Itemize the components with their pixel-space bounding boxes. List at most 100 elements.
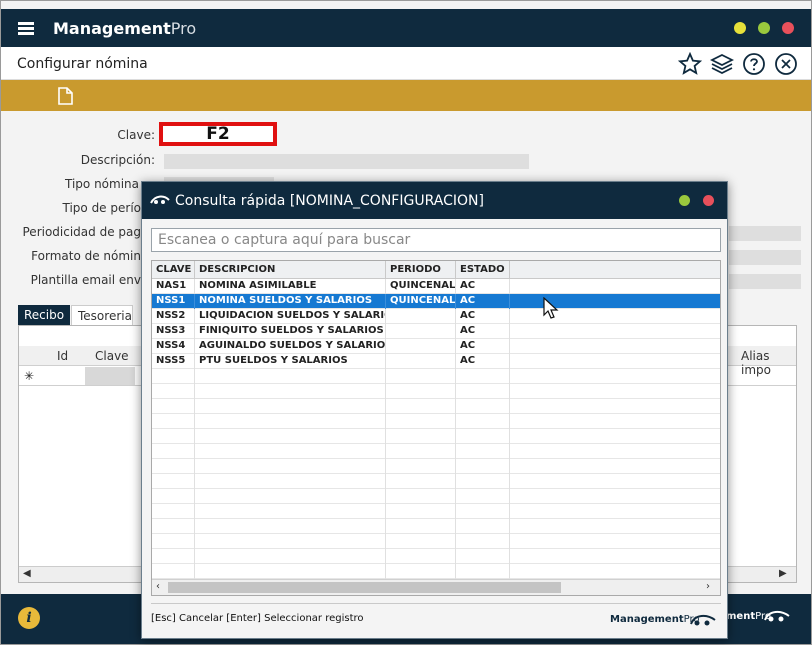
cell-descripcion: NOMINA ASIMILABLE [195, 279, 386, 294]
cell-estado: AC [456, 324, 510, 339]
empty-row [152, 549, 720, 564]
close-window-button[interactable] [782, 22, 794, 34]
cell-descripcion: AGUINALDO SUELDOS Y SALARIOS [195, 339, 386, 354]
dialog-close-button[interactable] [703, 195, 714, 206]
empty-cell [195, 429, 386, 444]
layers-icon[interactable] [710, 52, 734, 76]
cell-periodo [386, 309, 456, 324]
empty-cell [456, 564, 510, 579]
empty-cell [195, 549, 386, 564]
empty-row [152, 459, 720, 474]
cell-estado: AC [456, 279, 510, 294]
column-periodo-header[interactable]: PERIODO [386, 261, 456, 279]
column-clave[interactable]: Clave [95, 349, 129, 363]
star-icon[interactable] [678, 52, 702, 76]
page-title: Configurar nómina [17, 56, 148, 72]
descripcion-field[interactable] [164, 154, 529, 169]
cell-clave: NSS2 [152, 309, 195, 324]
table-row[interactable]: NAS1 NOMINA ASIMILABLE QUINCENAL AC [152, 279, 720, 294]
column-descripcion-header[interactable]: DESCRIPCION [195, 261, 386, 279]
empty-row [152, 444, 720, 459]
empty-cell [152, 369, 195, 384]
empty-cell [456, 384, 510, 399]
app-brand: ManagementPro [53, 19, 196, 38]
table-row[interactable]: NSS3 FINIQUITO SUELDOS Y SALARIOS AC [152, 324, 720, 339]
search-input[interactable]: Escanea o captura aquí para buscar [151, 228, 721, 252]
close-icon[interactable] [774, 52, 798, 76]
empty-cell [195, 519, 386, 534]
minimize-button[interactable] [734, 22, 746, 34]
tab-recibo[interactable]: Recibo [18, 305, 70, 325]
empty-cell [386, 414, 456, 429]
periodicidad-field[interactable] [729, 226, 801, 241]
empty-cell [456, 549, 510, 564]
scroll-left-icon[interactable]: ◀ [23, 568, 31, 579]
results-grid-header: CLAVE DESCRIPCION PERIODO ESTADO [152, 261, 720, 279]
brand-light: Pro [170, 19, 197, 38]
empty-cell [195, 369, 386, 384]
plantilla-field[interactable] [729, 274, 801, 289]
cell-periodo: QUINCENAL [386, 294, 456, 309]
periodicidad-label: Periodicidad de pag [22, 225, 142, 239]
dialog-footer-brand-bold: Management [610, 614, 684, 625]
dialog-logo-icon [150, 195, 170, 204]
empty-row [152, 474, 720, 489]
empty-cell [386, 384, 456, 399]
dialog-maximize-button[interactable] [679, 195, 690, 206]
new-row-marker: ✳ [24, 369, 35, 383]
help-icon[interactable] [742, 52, 766, 76]
cell-estado: AC [456, 309, 510, 324]
empty-cell [195, 474, 386, 489]
hamburger-menu-icon[interactable] [18, 22, 34, 35]
formato-field[interactable] [729, 250, 801, 265]
new-document-icon[interactable] [58, 87, 73, 105]
cell-estado: AC [456, 294, 510, 309]
cell-clave: NSS3 [152, 324, 195, 339]
cell-periodo: QUINCENAL [386, 279, 456, 294]
cell-estado: AC [456, 339, 510, 354]
maximize-button[interactable] [758, 22, 770, 34]
title-bar: ManagementPro [1, 9, 811, 47]
dialog-footer-logo-icon [690, 614, 716, 626]
page-header: Configurar nómina [1, 47, 811, 80]
cell-periodo [386, 339, 456, 354]
empty-row [152, 564, 720, 579]
empty-cell [386, 459, 456, 474]
column-estado-header[interactable]: ESTADO [456, 261, 510, 279]
table-row[interactable]: NSS4 AGUINALDO SUELDOS Y SALARIOS AC [152, 339, 720, 354]
footer-logo-icon [764, 610, 790, 622]
empty-row [152, 399, 720, 414]
empty-cell [195, 444, 386, 459]
column-clave-header[interactable]: CLAVE [152, 261, 195, 279]
results-scroll-right-icon[interactable]: › [706, 581, 710, 592]
keyboard-hint: [Esc] Cancelar [Enter] Seleccionar regis… [151, 613, 364, 624]
clave-input[interactable]: F2 [159, 122, 277, 146]
empty-cell [386, 549, 456, 564]
tab-tesoreria[interactable]: Tesoreria [71, 305, 133, 325]
empty-cell [152, 534, 195, 549]
empty-row [152, 369, 720, 384]
empty-cell [152, 459, 195, 474]
table-row[interactable]: NSS1 NOMINA SUELDOS Y SALARIOS QUINCENAL AC [152, 294, 720, 309]
dialog-title: Consulta rápida [NOMINA_CONFIGURACION] [175, 193, 484, 209]
cell-clave: NSS5 [152, 354, 195, 369]
cell-periodo [386, 324, 456, 339]
scroll-right-icon[interactable]: ▶ [779, 568, 787, 579]
cell-clave: NSS1 [152, 294, 195, 309]
results-scroll-left-icon[interactable]: ‹ [156, 581, 160, 592]
results-hscrollbar[interactable]: ‹ › [152, 579, 720, 595]
new-row-clave-cell[interactable] [85, 367, 135, 385]
empty-cell [456, 504, 510, 519]
results-scroll-thumb[interactable] [168, 582, 561, 593]
column-id[interactable]: Id [57, 349, 68, 363]
empty-row [152, 384, 720, 399]
cell-estado: AC [456, 354, 510, 369]
plantilla-label: Plantilla email env [30, 273, 141, 287]
toolbar [1, 80, 811, 111]
table-row[interactable]: NSS5 PTU SUELDOS Y SALARIOS AC [152, 354, 720, 369]
table-row[interactable]: NSS2 LIQUIDACION SUELDOS Y SALARIOS AC [152, 309, 720, 324]
info-icon[interactable]: i [18, 607, 40, 629]
brand-bold: Management [53, 19, 171, 38]
empty-cell [386, 534, 456, 549]
empty-cell [456, 489, 510, 504]
